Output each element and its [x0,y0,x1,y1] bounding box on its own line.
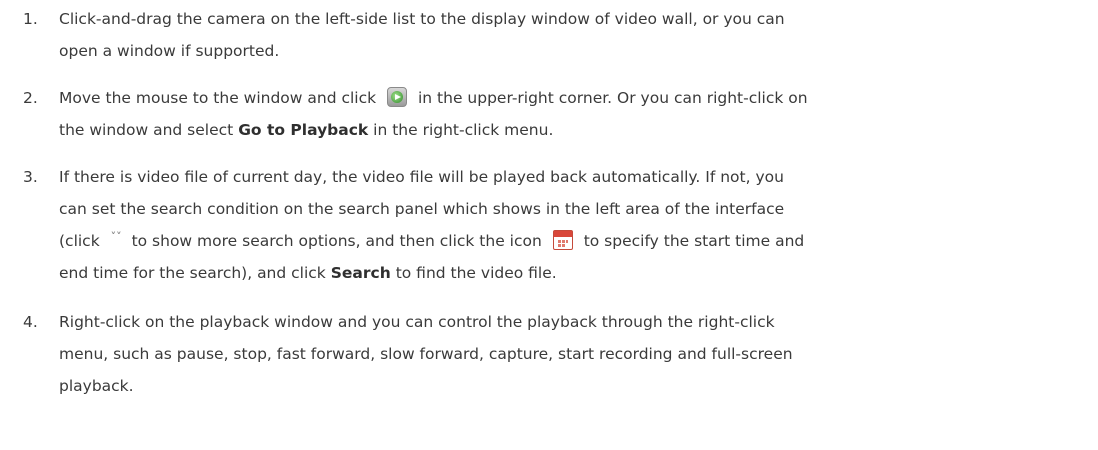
step-number: 4. [23,313,38,331]
search-label: Search [330,264,391,282]
step-text-line: menu, such as pause, stop, fast forward,… [59,345,793,363]
step-text-line: Right-click on the playback window and y… [59,313,775,331]
step-text: in the right-click menu. [373,121,554,139]
step-text-line: If there is video file of current day, t… [59,168,784,186]
step-text: the window and select [59,121,234,139]
step-text: (click [59,232,100,250]
step-text-line: Move the mouse to the window and click i… [59,81,808,115]
step-text-line: end time for the search), and click Sear… [59,256,557,290]
step-text: to specify the start time and [583,232,805,250]
step-text-line: the window and select Go to Playback in … [59,113,553,147]
step-text-line: Click-and-drag the camera on the left-si… [59,10,785,28]
step-text-line: open a window if supported. [59,42,280,60]
instruction-document: 1. Click-and-drag the camera on the left… [0,0,1098,450]
step-number: 3. [23,168,38,186]
calendar-icon [552,229,573,250]
go-to-playback-label: Go to Playback [238,121,369,139]
step-number: 2. [23,89,38,107]
step-text: Move the mouse to the window and click [59,89,377,107]
step-text-line: (click ˅˅ to show more search options, a… [59,224,804,258]
step-text: end time for the search), and click [59,264,326,282]
step-text: in the upper-right corner. Or you can ri… [417,89,808,107]
step-text: to find the video file. [395,264,557,282]
step-text-line: playback. [59,377,134,395]
step-text-line: can set the search condition on the sear… [59,200,785,218]
expand-more-icon: ˅˅ [110,229,122,243]
step-number: 1. [23,10,38,28]
playback-icon [387,86,408,107]
step-text: to show more search options, and then cl… [131,232,542,250]
